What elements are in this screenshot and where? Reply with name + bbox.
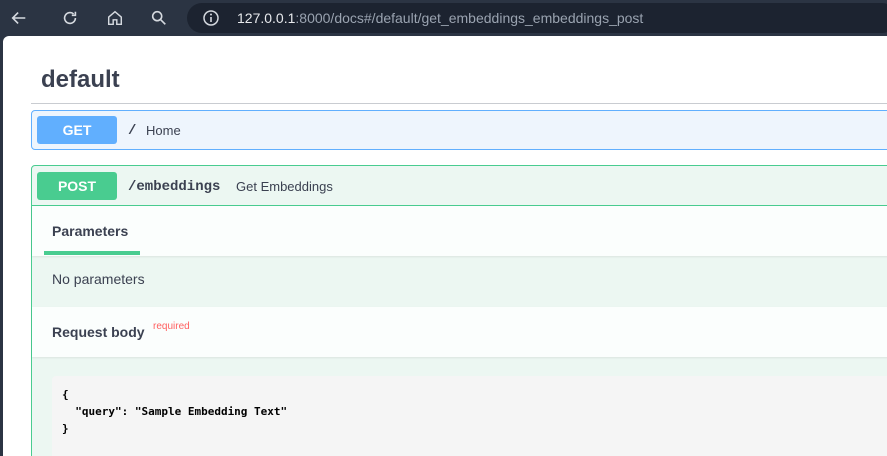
info-icon[interactable] (202, 9, 220, 27)
example-json: { "query": "Sample Embedding Text" } (62, 388, 288, 435)
tab-parameters[interactable]: Parameters (52, 223, 128, 239)
swagger-page: default GET / Home POST /embeddings Get … (3, 36, 887, 456)
method-badge-post[interactable]: POST (37, 172, 117, 200)
reload-icon[interactable] (59, 7, 81, 29)
operation-path: / (128, 123, 137, 139)
divider (31, 103, 887, 104)
request-body-label: Request body (52, 324, 145, 340)
home-icon[interactable] (104, 7, 126, 29)
url-host: 127.0.0.1 (237, 10, 296, 26)
operation-body: Parameters No parameters Request body re… (32, 205, 887, 456)
opblock-get-home[interactable]: GET / Home (31, 110, 887, 150)
method-badge-get: GET (37, 116, 117, 144)
operation-summary: Home (146, 123, 181, 138)
request-body-header: Request body required (32, 307, 887, 357)
back-arrow-icon[interactable] (8, 7, 30, 29)
no-parameters-text: No parameters (52, 271, 145, 287)
required-marker: required (153, 321, 190, 332)
request-body-example[interactable]: { "query": "Sample Embedding Text" } (52, 376, 887, 456)
address-bar[interactable]: 127.0.0.1:8000/docs#/default/get_embeddi… (187, 3, 887, 33)
parameters-header: Parameters (32, 206, 887, 256)
url-text[interactable]: 127.0.0.1:8000/docs#/default/get_embeddi… (237, 10, 643, 26)
url-path: :8000/docs#/default/get_embeddings_embed… (295, 10, 644, 26)
opblock-post-embeddings: POST /embeddings Get Embeddings Paramete… (31, 165, 887, 456)
browser-toolbar: 127.0.0.1:8000/docs#/default/get_embeddi… (0, 0, 887, 36)
operation-summary[interactable]: Get Embeddings (236, 179, 333, 194)
operation-path[interactable]: /embeddings (128, 179, 220, 195)
tab-active-indicator (44, 251, 140, 255)
tag-title[interactable]: default (41, 66, 120, 94)
search-icon[interactable] (148, 7, 170, 29)
